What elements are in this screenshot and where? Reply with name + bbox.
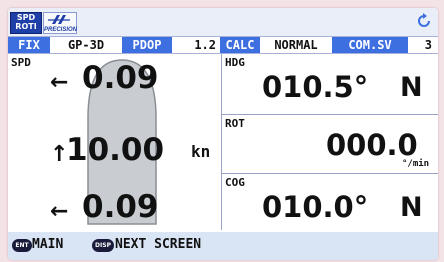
next-screen-key-label[interactable]: NEXT SCREEN xyxy=(115,237,201,252)
precision-label: PRECISION xyxy=(44,27,78,33)
panel-divider xyxy=(221,54,222,230)
status-bar: FIX GP-3D PDOP 1.2 CALC NORMAL COM.SV 3 xyxy=(8,36,438,54)
display-screen: SPD ROTI PRECISION FIX GP-3D PDOP 1.2 CA… xyxy=(8,8,438,260)
spd-label: SPD xyxy=(11,56,31,69)
hdg-rot-divider xyxy=(222,114,438,115)
speed-unit: kn xyxy=(191,142,211,161)
stern-direction-arrow-icon: ← xyxy=(50,199,69,224)
hdg-label: HDG xyxy=(225,56,245,69)
bow-speed-value: 0.09 xyxy=(82,60,159,96)
rot-unit: °/min xyxy=(402,159,430,169)
rot-value: 000.0 xyxy=(326,128,418,162)
top-icon-bar: SPD ROTI PRECISION xyxy=(8,8,438,36)
rot-label: ROT xyxy=(225,117,245,130)
precision-logo-icon[interactable]: PRECISION xyxy=(43,12,77,34)
precision-emblem-icon xyxy=(48,15,70,24)
calc-value: NORMAL xyxy=(260,37,332,53)
cog-label: COG xyxy=(225,176,245,189)
hdg-reference: N xyxy=(400,72,423,103)
cog-value: 010.0° xyxy=(262,190,369,224)
soft-key-bar: ENT MAIN DISP NEXT SCREEN xyxy=(8,232,438,260)
main-key-label[interactable]: MAIN xyxy=(32,237,63,252)
main-panel: SPD ← 0.09 ↑ 10.00 kn ← 0.09 HDG 010.5° … xyxy=(8,54,438,230)
com-sv-value: 3 xyxy=(408,37,438,53)
disp-key-icon[interactable]: DISP xyxy=(92,239,114,252)
roti-icon-text: ROTI xyxy=(15,22,37,31)
bow-direction-arrow-icon: ← xyxy=(50,70,69,95)
pdop-label: PDOP xyxy=(122,37,172,53)
fix-value: GP-3D xyxy=(50,37,122,53)
refresh-icon[interactable] xyxy=(416,13,432,29)
spd-roti-mode-button[interactable]: SPD ROTI xyxy=(10,12,42,34)
calc-label: CALC xyxy=(220,37,260,53)
rot-cog-divider xyxy=(222,173,438,174)
stern-speed-value: 0.09 xyxy=(82,189,159,225)
com-sv-label: COM.SV xyxy=(332,37,408,53)
hdg-value: 010.5° xyxy=(262,70,369,104)
cog-reference: N xyxy=(400,192,423,223)
pdop-value: 1.2 xyxy=(172,37,220,53)
center-speed-value: 10.00 xyxy=(66,132,165,168)
fix-label: FIX xyxy=(8,37,50,53)
spd-icon-text: SPD xyxy=(16,13,36,22)
ent-key-icon[interactable]: ENT xyxy=(12,239,32,252)
